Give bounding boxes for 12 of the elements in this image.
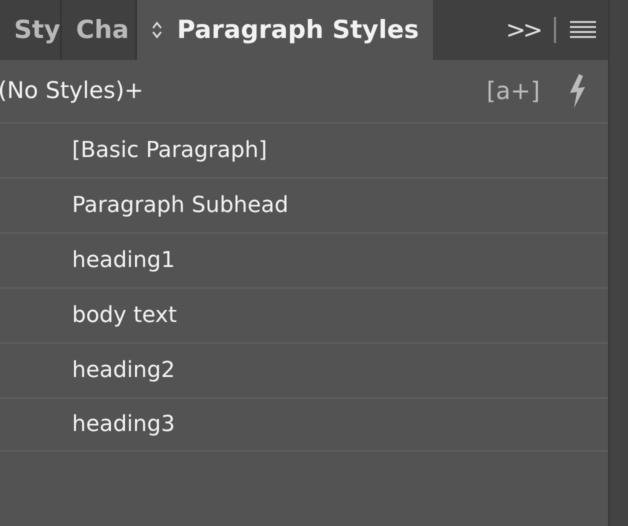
style-item[interactable]: heading1	[0, 232, 608, 287]
style-item[interactable]: Paragraph Subhead	[0, 177, 608, 232]
overflow-button[interactable]: >>	[506, 12, 540, 48]
style-item[interactable]: body text	[0, 287, 608, 342]
sort-icon[interactable]	[151, 20, 163, 40]
style-item[interactable]: heading3	[0, 397, 608, 452]
panel-tab[interactable]: Paragraph Styles	[137, 0, 433, 60]
style-item[interactable]: heading2	[0, 342, 608, 397]
menu-icon[interactable]	[570, 20, 596, 40]
new-style-group-button[interactable]: [a+]	[486, 73, 540, 109]
style-set-label: (No Styles)+	[0, 76, 144, 106]
style-item[interactable]: [Basic Paragraph]	[0, 122, 608, 177]
